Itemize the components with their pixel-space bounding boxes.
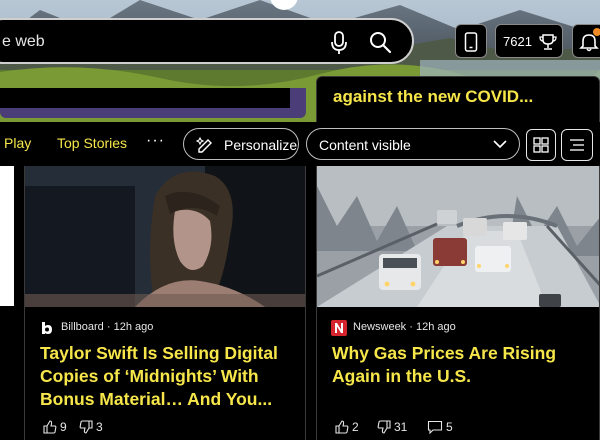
rewards-button[interactable]: 7621	[495, 24, 563, 58]
list-view-icon	[570, 139, 584, 151]
partial-card-left[interactable]	[0, 88, 306, 118]
news-card-image[interactable]	[25, 166, 305, 307]
content-visibility-dropdown[interactable]: Content visible	[306, 128, 520, 160]
thumbs-up-icon	[43, 420, 57, 434]
news-headline[interactable]: Why Gas Prices Are Rising Again in the U…	[332, 342, 594, 388]
grid-view-icon	[533, 137, 549, 153]
nav-link-top-stories[interactable]: Top Stories	[57, 135, 127, 151]
newsweek-logo	[331, 320, 347, 336]
personalize-button[interactable]: Personalize	[183, 128, 299, 160]
trophy-icon	[539, 34, 557, 50]
more-menu-button[interactable]: ···	[146, 132, 165, 150]
chevron-down-icon	[493, 140, 507, 149]
partial-card-edge[interactable]	[0, 166, 14, 306]
news-card-image[interactable]	[317, 166, 599, 307]
phone-icon	[464, 32, 478, 52]
thumbs-up-icon	[335, 420, 349, 434]
dislike-button[interactable]: 3	[79, 420, 103, 434]
news-card[interactable]: Newsweek · 12h ago Why Gas Prices Are Ri…	[316, 166, 600, 440]
news-headline[interactable]: Taylor Swift Is Selling Digital Copies o…	[40, 342, 302, 411]
comment-count: 5	[446, 420, 453, 434]
thumbs-down-icon	[377, 420, 391, 434]
sparkle-pen-icon	[196, 136, 212, 153]
phone-button[interactable]	[455, 24, 487, 58]
magnifier-icon[interactable]	[368, 30, 392, 54]
notification-dot	[593, 28, 600, 36]
dislike-button[interactable]: 31	[377, 420, 407, 434]
microphone-icon[interactable]	[328, 30, 350, 56]
comment-icon	[427, 420, 443, 435]
notifications-button[interactable]	[572, 24, 600, 58]
partial-card-title[interactable]: against the new COVID...	[333, 87, 533, 107]
grid-view-button[interactable]	[526, 129, 556, 161]
dislike-count: 3	[96, 420, 103, 434]
search-box[interactable]: e web	[0, 18, 414, 64]
news-time: 12h ago	[415, 321, 456, 333]
like-count: 9	[60, 420, 67, 434]
like-button[interactable]: 9	[43, 420, 67, 434]
news-source-name: Billboard	[61, 321, 104, 333]
news-time: 12h ago	[113, 321, 154, 333]
personalize-label: Personalize	[224, 137, 298, 153]
nav-link-play[interactable]: Play	[4, 135, 31, 151]
content-visibility-selected: Content visible	[319, 137, 411, 153]
dislike-count: 31	[394, 420, 408, 434]
billboard-logo	[39, 320, 55, 336]
news-card[interactable]: Billboard · 12h ago Taylor Swift Is Sell…	[24, 166, 306, 440]
list-view-button[interactable]	[561, 129, 593, 161]
like-button[interactable]: 2	[335, 420, 359, 434]
search-input[interactable]: e web	[2, 33, 45, 51]
comment-button[interactable]: 5	[427, 420, 453, 435]
like-count: 2	[352, 420, 359, 434]
thumbs-down-icon	[79, 420, 93, 434]
feed-navbar: Play Top Stories ··· Personalize Content…	[0, 122, 600, 166]
rewards-points: 7621	[503, 34, 532, 49]
news-source-name: Newsweek	[353, 321, 407, 333]
